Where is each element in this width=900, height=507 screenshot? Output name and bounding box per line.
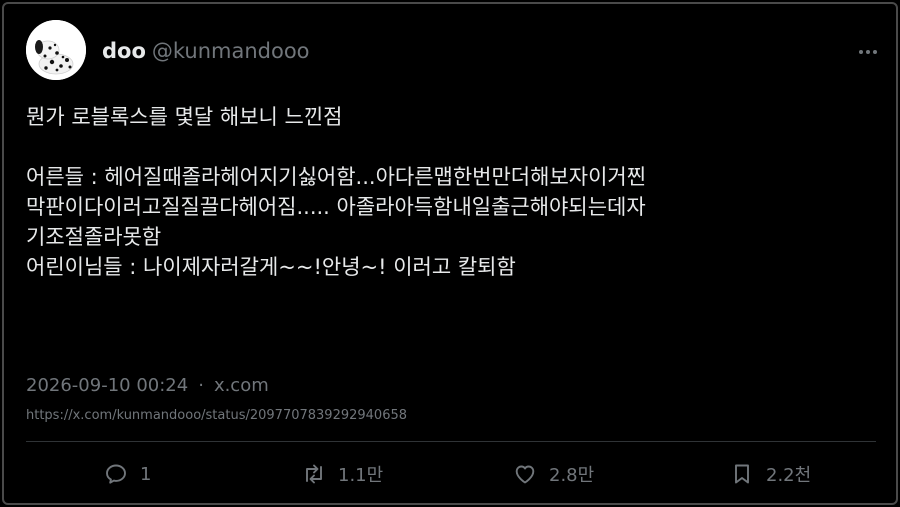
heart-icon	[515, 465, 535, 484]
dalmatian-plush-avatar-icon	[26, 20, 86, 80]
more-dot	[859, 50, 863, 54]
like-button[interactable]: 2.8만	[513, 461, 594, 487]
tweet-text: 뭔가 로블록스를 몇달 해보니 느낀점 어른들 : 헤어질때졸라헤어지기싫어함.…	[26, 102, 876, 282]
retweet-count: 1.1만	[338, 465, 384, 486]
like-count: 2.8만	[549, 465, 595, 486]
bookmark-button[interactable]: 2.2천	[730, 461, 811, 487]
more-dot	[866, 50, 870, 54]
source-label[interactable]: x.com	[214, 375, 269, 396]
more-horizontal-icon[interactable]	[856, 40, 880, 64]
reply-count: 1	[140, 463, 152, 485]
author-display-name[interactable]: doo	[102, 39, 146, 63]
tweet-url[interactable]: https://x.com/kunmandooo/status/20977078…	[26, 407, 407, 425]
retweet-icon	[306, 464, 322, 484]
author-line: doo @kunmandooo	[102, 38, 310, 64]
tweet-meta: 2026-09-10 00:24 · x.com	[26, 374, 269, 398]
divider	[26, 441, 876, 442]
tweet-line: 뭔가 로블록스를 몇달 해보니 느낀점	[26, 105, 343, 129]
tweet-line: 어린이님들 : 나이제자러갈게~~!안녕~! 이러고 칼퇴함	[26, 255, 516, 279]
author-handle[interactable]: @kunmandooo	[152, 39, 310, 63]
reply-icon	[106, 464, 126, 484]
retweet-button[interactable]: 1.1만	[302, 461, 383, 487]
meta-separator: ·	[198, 375, 204, 396]
avatar[interactable]	[26, 20, 86, 80]
timestamp[interactable]: 2026-09-10 00:24	[26, 375, 188, 396]
tweet-line-blank	[26, 132, 876, 162]
bookmark-icon	[735, 464, 749, 484]
tweet-line: 기조절졸라못함	[26, 225, 162, 249]
more-dot	[873, 50, 877, 54]
tweet-line: 막판이다이러고질질끌다헤어짐..... 아졸라아득함내일출근해야되는데자	[26, 195, 646, 219]
bookmark-count: 2.2천	[766, 465, 812, 486]
tweet-line: 어른들 : 헤어질때졸라헤어지기싫어함...아다른맵한번만더해보자이거찐	[26, 165, 647, 189]
reply-button[interactable]: 1	[104, 461, 151, 487]
